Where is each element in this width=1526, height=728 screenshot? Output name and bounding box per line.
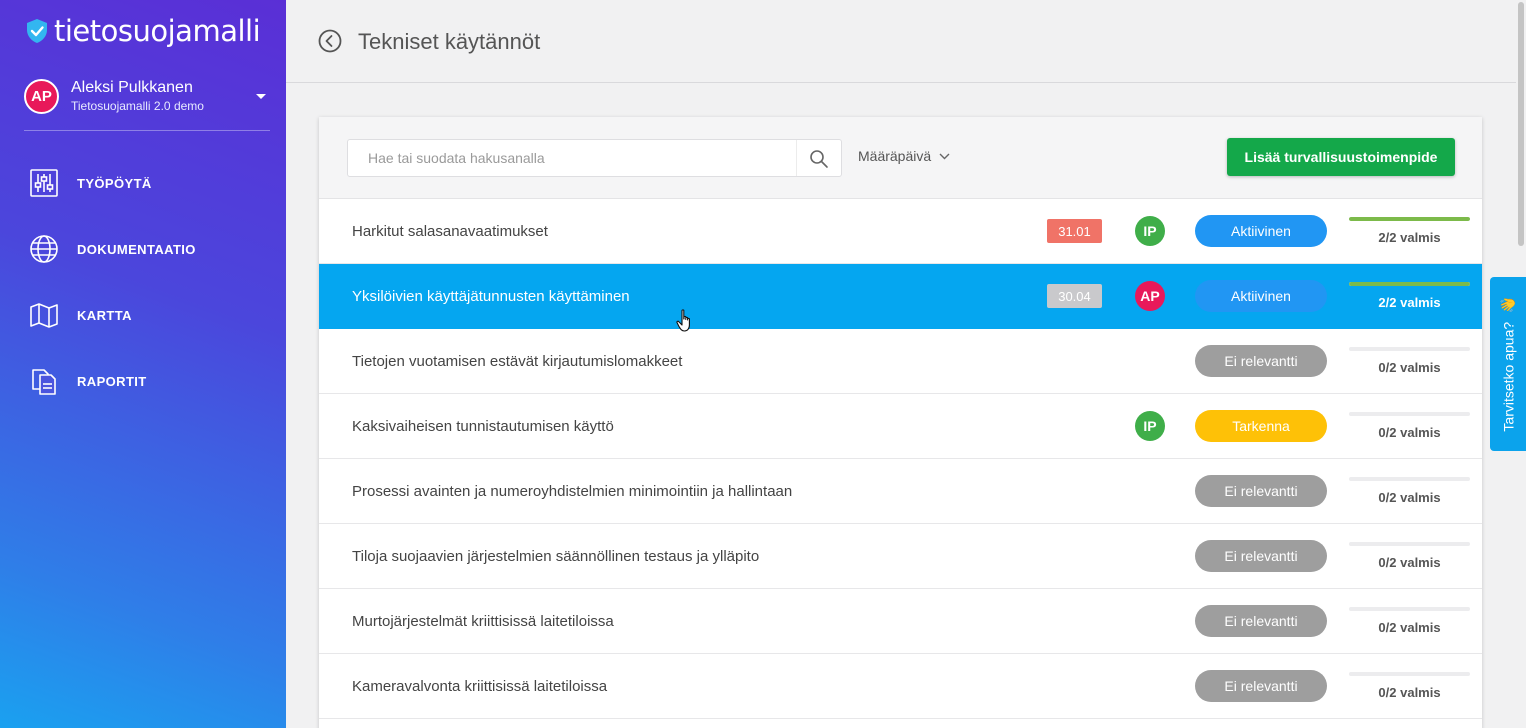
map-icon [28, 299, 60, 331]
measures-card: Määräpäivä Lisää turvallisuustoimenpide … [319, 117, 1482, 728]
progress-indicator: 0/2 valmis [1349, 607, 1470, 635]
help-tab[interactable]: Tarvitsetko apua? 👋 [1490, 277, 1526, 451]
progress-fill [1349, 282, 1470, 286]
status-badge[interactable]: Ei relevantti [1195, 540, 1327, 572]
progress-label: 0/2 valmis [1378, 555, 1441, 570]
help-label: Tarvitsetko apua? [1500, 321, 1516, 432]
measure-title: Prosessi avainten ja numeroyhdistelmien … [352, 483, 793, 500]
page-title: Tekniset käytännöt [358, 29, 541, 54]
user-menu[interactable]: AP Aleksi Pulkkanen Tietosuojamalli 2.0 … [24, 76, 270, 116]
nav-label: TYÖPÖYTÄ [77, 175, 152, 191]
status-badge[interactable]: Aktiivinen [1195, 280, 1327, 312]
chevron-down-icon[interactable] [256, 93, 266, 99]
sort-label: Määräpäivä [858, 148, 932, 164]
status-badge[interactable]: Ei relevantti [1195, 345, 1327, 377]
chevron-down-icon [939, 153, 950, 159]
table-row[interactable]: Prosessi avainten ja numeroyhdistelmien … [319, 459, 1482, 524]
due-date-badge: 31.01 [1047, 219, 1102, 243]
progress-fill [1349, 217, 1470, 221]
waving-hand-icon: 👋 [1499, 296, 1516, 314]
progress-label: 2/2 valmis [1378, 230, 1441, 245]
table-row[interactable]: Yksilöivien käyttäjätunnusten käyttämine… [319, 264, 1482, 329]
progress-track [1349, 282, 1470, 286]
sidebar-divider [24, 130, 270, 131]
main-nav: TYÖPÖYTÄ DOKUMENTAATIO KARTTA RAPORTIT [28, 150, 278, 414]
progress-label: 0/2 valmis [1378, 490, 1441, 505]
sliders-icon [28, 167, 60, 199]
measure-title: Kameravalvonta kriittisissä laitetiloiss… [352, 678, 608, 695]
measure-title: Tiloja suojaavien järjestelmien säännöll… [352, 548, 760, 565]
user-avatar: AP [24, 78, 59, 114]
progress-track [1349, 217, 1470, 221]
table-row[interactable]: Kaksivaiheisen tunnistautumisen käyttö IP… [319, 394, 1482, 459]
nav-item-dokumentaatio[interactable]: DOKUMENTAATIO [28, 216, 278, 282]
logo-text: tietosuojamalli [54, 14, 261, 48]
progress-indicator: 0/2 valmis [1349, 412, 1470, 440]
nav-label: KARTTA [77, 307, 132, 323]
progress-track [1349, 607, 1470, 611]
search-input[interactable] [348, 140, 788, 176]
nav-label: RAPORTIT [77, 373, 147, 389]
back-arrow-icon[interactable] [318, 29, 342, 53]
progress-track [1349, 477, 1470, 481]
sidebar: tietosuojamalli AP Aleksi Pulkkanen Tiet… [0, 0, 286, 728]
measure-title: Kaksivaiheisen tunnistautumisen käyttö [352, 418, 614, 435]
search-box [347, 139, 842, 177]
status-badge[interactable]: Tarkenna [1195, 410, 1327, 442]
progress-label: 0/2 valmis [1378, 360, 1441, 375]
progress-label: 2/2 valmis [1378, 295, 1441, 310]
assignee-avatar[interactable]: IP [1135, 216, 1165, 246]
progress-indicator: 0/2 valmis [1349, 542, 1470, 570]
scrollbar-thumb[interactable] [1518, 2, 1524, 246]
globe-icon [28, 233, 60, 265]
measure-title: Murtojärjestelmät kriittisissä laitetilo… [352, 613, 614, 630]
progress-label: 0/2 valmis [1378, 620, 1441, 635]
search-separator [796, 140, 797, 176]
progress-indicator: 0/2 valmis [1349, 477, 1470, 505]
table-row[interactable]: Tietojen vuotamisen estävät kirjautumisl… [319, 329, 1482, 394]
shield-check-icon [27, 19, 47, 43]
table-row[interactable]: Harkitut salasanavaatimukset 31.01 IP Aktii… [319, 199, 1482, 264]
status-badge[interactable]: Ei relevantti [1195, 475, 1327, 507]
list-toolbar: Määräpäivä Lisää turvallisuustoimenpide [319, 117, 1482, 199]
table-row[interactable]: Tiloja suojaavien järjestelmien säännöll… [319, 524, 1482, 589]
assignee-avatar[interactable]: IP [1135, 411, 1165, 441]
table-row[interactable]: Murtojärjestelmät kriittisissä laitetilo… [319, 589, 1482, 654]
status-badge[interactable]: Ei relevantti [1195, 605, 1327, 637]
nav-label: DOKUMENTAATIO [77, 241, 196, 257]
user-organization: Tietosuojamalli 2.0 demo [71, 99, 204, 113]
search-icon[interactable] [809, 149, 829, 169]
sort-dropdown[interactable]: Määräpäivä [858, 148, 950, 164]
app-logo[interactable]: tietosuojamalli [26, 14, 261, 48]
nav-item-raportit[interactable]: RAPORTIT [28, 348, 278, 414]
due-date-badge: 30.04 [1047, 284, 1102, 308]
table-row[interactable]: Kameravalvonta kriittisissä laitetiloiss… [319, 654, 1482, 719]
progress-track [1349, 672, 1470, 676]
documents-icon [28, 365, 60, 397]
progress-label: 0/2 valmis [1378, 425, 1441, 440]
measure-title: Yksilöivien käyttäjätunnusten käyttämine… [352, 288, 630, 305]
measure-title: Tietojen vuotamisen estävät kirjautumisl… [352, 353, 683, 370]
status-badge[interactable]: Aktiivinen [1195, 215, 1327, 247]
progress-track [1349, 542, 1470, 546]
progress-indicator: 2/2 valmis [1349, 282, 1470, 310]
nav-item-tyopoyta[interactable]: TYÖPÖYTÄ [28, 150, 278, 216]
measure-title: Harkitut salasanavaatimukset [352, 223, 548, 240]
measures-list: Harkitut salasanavaatimukset 31.01 IP Aktii… [319, 199, 1482, 719]
progress-indicator: 2/2 valmis [1349, 217, 1470, 245]
assignee-avatar[interactable]: AP [1135, 281, 1165, 311]
nav-item-kartta[interactable]: KARTTA [28, 282, 278, 348]
user-name: Aleksi Pulkkanen [71, 79, 193, 96]
progress-label: 0/2 valmis [1378, 685, 1441, 700]
progress-track [1349, 347, 1470, 351]
progress-indicator: 0/2 valmis [1349, 672, 1470, 700]
progress-indicator: 0/2 valmis [1349, 347, 1470, 375]
progress-track [1349, 412, 1470, 416]
status-badge[interactable]: Ei relevantti [1195, 670, 1327, 702]
page-header: Tekniset käytännöt [286, 0, 1516, 83]
add-security-measure-button[interactable]: Lisää turvallisuustoimenpide [1227, 138, 1455, 176]
